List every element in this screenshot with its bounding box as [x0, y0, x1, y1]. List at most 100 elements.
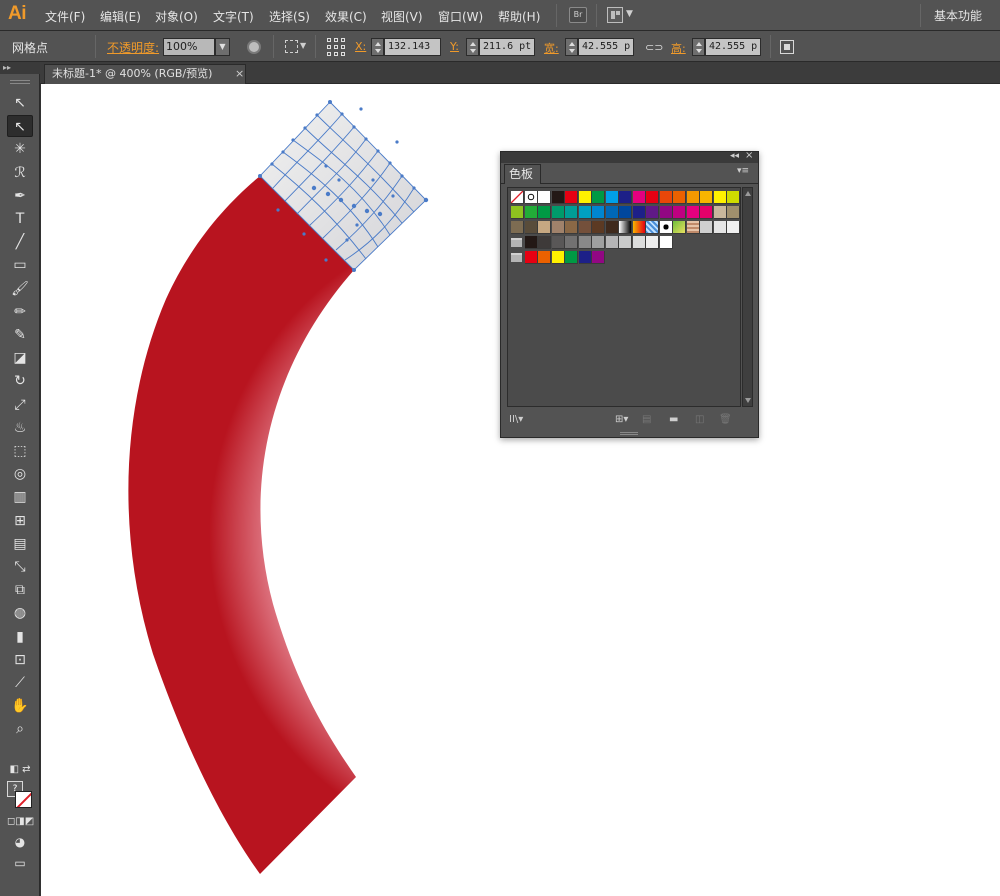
- swatch[interactable]: [633, 236, 646, 249]
- swatch-gradient-orange[interactable]: [633, 221, 646, 234]
- menu-object[interactable]: 对象(O): [155, 8, 198, 25]
- lasso-tool[interactable]: ℛ: [7, 162, 33, 184]
- swatch-libraries-icon[interactable]: II\▾: [509, 414, 523, 425]
- mesh-tool[interactable]: ⊞: [7, 510, 33, 532]
- swatch[interactable]: [633, 206, 646, 219]
- shape-builder-tool[interactable]: ◎: [7, 463, 33, 485]
- swatch[interactable]: [552, 251, 565, 264]
- arrange-documents-button[interactable]: ▼: [607, 7, 633, 23]
- slice-tool[interactable]: ⟋: [7, 672, 33, 694]
- swatch[interactable]: [538, 251, 551, 264]
- swatch[interactable]: [606, 236, 619, 249]
- swatch[interactable]: [565, 191, 578, 204]
- y-input[interactable]: 211.6 pt: [479, 38, 535, 56]
- free-transform-tool[interactable]: ⬚: [7, 440, 33, 462]
- swatch[interactable]: [660, 191, 673, 204]
- swatch[interactable]: [700, 191, 713, 204]
- swatch[interactable]: [687, 206, 700, 219]
- blend-tool[interactable]: ⧉: [7, 579, 33, 601]
- pen-tool[interactable]: ✒: [7, 185, 33, 207]
- delete-swatch-icon[interactable]: 🗑: [719, 414, 732, 425]
- paintbrush-tool[interactable]: 🖌: [7, 278, 33, 300]
- swatch[interactable]: [538, 236, 551, 249]
- swatch[interactable]: [579, 236, 592, 249]
- height-input[interactable]: 42.555 p: [705, 38, 761, 56]
- default-fill-stroke-icon[interactable]: ◧ ⇄: [7, 759, 33, 781]
- swatch[interactable]: [592, 206, 605, 219]
- show-swatch-kinds-icon[interactable]: ⊞▾: [615, 414, 628, 425]
- swatch[interactable]: [619, 206, 632, 219]
- x-input[interactable]: 132.143: [384, 38, 441, 56]
- swatch[interactable]: [714, 221, 727, 234]
- swatch[interactable]: [660, 206, 673, 219]
- swatch[interactable]: [552, 221, 565, 234]
- align-icon[interactable]: [285, 40, 298, 53]
- swatch[interactable]: [552, 191, 565, 204]
- color-group-folder-icon[interactable]: [511, 253, 522, 262]
- scale-tool[interactable]: ⤢: [7, 394, 33, 416]
- close-icon[interactable]: ×: [745, 150, 753, 161]
- document-tab[interactable]: 未标题-1* @ 400% (RGB/预览) ×: [44, 64, 246, 84]
- swatch[interactable]: [511, 206, 524, 219]
- swatch[interactable]: [727, 191, 740, 204]
- opacity-dropdown-button[interactable]: ▼: [215, 38, 230, 56]
- pencil-tool[interactable]: ✏: [7, 301, 33, 323]
- selection-tool[interactable]: ↖: [7, 92, 33, 114]
- swatch[interactable]: [606, 191, 619, 204]
- collapse-icon[interactable]: ◂◂: [730, 151, 739, 161]
- swatch[interactable]: [673, 191, 686, 204]
- swatch-scrollbar[interactable]: [742, 187, 753, 407]
- workspace-switcher[interactable]: 基本功能: [934, 7, 982, 24]
- swatch[interactable]: [538, 206, 551, 219]
- opacity-input[interactable]: 100%: [163, 38, 215, 56]
- swatch[interactable]: [538, 221, 551, 234]
- swatch[interactable]: [727, 206, 740, 219]
- swatch[interactable]: [538, 191, 551, 204]
- swatch[interactable]: [592, 191, 605, 204]
- swatch[interactable]: [565, 206, 578, 219]
- perspective-grid-tool[interactable]: ▥: [7, 486, 33, 508]
- line-tool[interactable]: ╱: [7, 231, 33, 253]
- swatch[interactable]: [700, 206, 713, 219]
- swatch[interactable]: [565, 221, 578, 234]
- swatch[interactable]: [579, 251, 592, 264]
- swatch[interactable]: [552, 206, 565, 219]
- y-stepper[interactable]: [466, 38, 479, 56]
- swatch[interactable]: [511, 221, 524, 234]
- swatch[interactable]: [646, 236, 659, 249]
- height-stepper[interactable]: [692, 38, 705, 56]
- swatch-registration[interactable]: [525, 191, 538, 204]
- screen-mode-icon[interactable]: ▭: [7, 852, 33, 874]
- menu-effect[interactable]: 效果(C): [325, 8, 367, 25]
- swatch[interactable]: [700, 221, 713, 234]
- swatch[interactable]: [592, 221, 605, 234]
- swatch-options-icon[interactable]: ▤: [642, 414, 651, 425]
- bridge-button[interactable]: Br: [569, 7, 587, 23]
- recolor-artwork-icon[interactable]: [247, 40, 261, 54]
- swatch-pattern-blue[interactable]: [646, 221, 659, 234]
- eyedropper-tool[interactable]: ⤡: [7, 556, 33, 578]
- opacity-label[interactable]: 不透明度:: [107, 39, 159, 56]
- color-mode-icons[interactable]: ◻◨◩: [7, 811, 34, 833]
- tools-panel-collapse-icon[interactable]: ▸▸: [0, 62, 40, 74]
- swatch[interactable]: [646, 191, 659, 204]
- swatch[interactable]: [592, 251, 605, 264]
- menu-window[interactable]: 窗口(W): [438, 8, 483, 25]
- swatch-pattern-leaf[interactable]: [673, 221, 686, 234]
- stroke-swatch-none[interactable]: [15, 791, 32, 808]
- menu-edit[interactable]: 编辑(E): [100, 8, 141, 25]
- direct-selection-tool[interactable]: ↖: [7, 115, 33, 137]
- menu-select[interactable]: 选择(S): [269, 8, 310, 25]
- gradient-tool[interactable]: ▤: [7, 533, 33, 555]
- swatch-gradient-bw[interactable]: [619, 221, 632, 234]
- tab-swatches[interactable]: 色板: [504, 164, 541, 184]
- tools-panel-grip[interactable]: [10, 80, 30, 84]
- fill-stroke-control[interactable]: ?: [7, 781, 35, 811]
- swatch[interactable]: [619, 191, 632, 204]
- red-arc-shape[interactable]: [128, 176, 356, 874]
- swatch[interactable]: [565, 251, 578, 264]
- swatch[interactable]: [579, 221, 592, 234]
- panel-resize-grip[interactable]: [620, 432, 638, 435]
- swatch[interactable]: [727, 221, 740, 234]
- swatch[interactable]: [687, 191, 700, 204]
